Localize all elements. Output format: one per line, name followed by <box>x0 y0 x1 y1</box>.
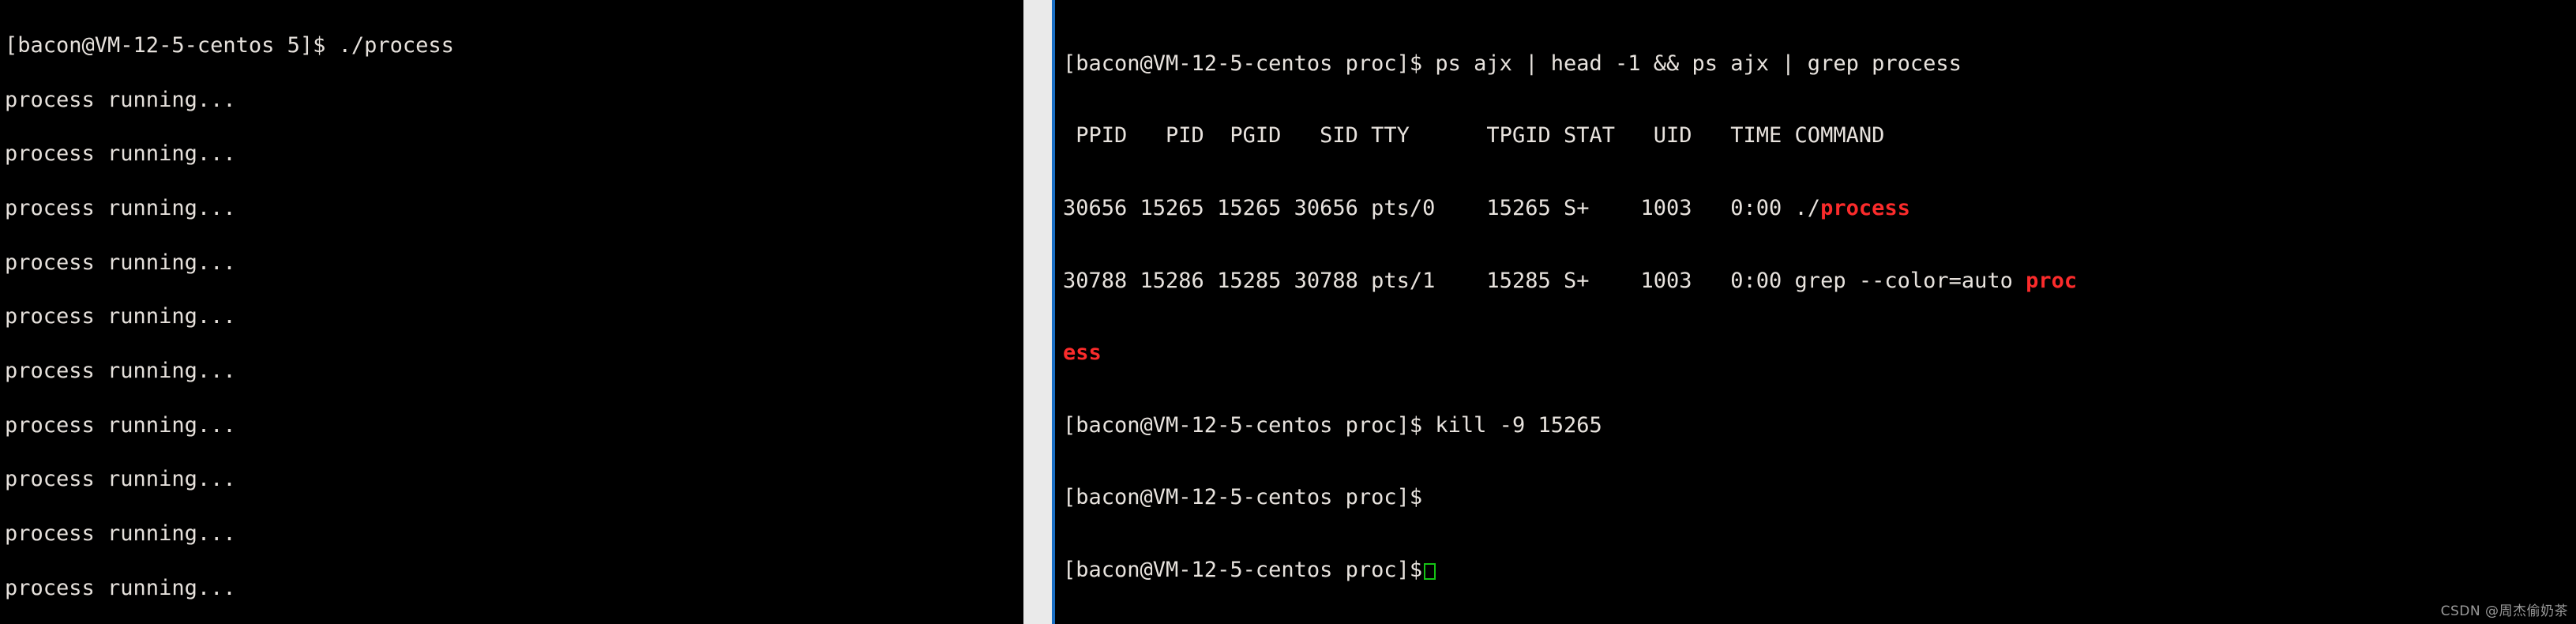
block-cursor <box>1424 562 1436 580</box>
ps-data-row: 30788 15286 15285 30788 pts/1 15285 S+ 1… <box>1063 270 2576 291</box>
ps-data-row: 30656 15265 15265 30656 pts/0 15265 S+ 1… <box>1063 197 2576 219</box>
left-terminal-output[interactable]: [bacon@VM-12-5-centos 5]$ ./process proc… <box>0 0 1023 624</box>
terminal-line: process running... <box>5 250 236 275</box>
shell-command: kill -9 15265 <box>1435 412 1602 438</box>
terminal-line: process running... <box>5 87 236 112</box>
terminal-line: process running... <box>5 195 236 220</box>
grep-match-wrapped: ess <box>1063 340 1102 366</box>
terminal-prompt-line: [bacon@VM-12-5-centos proc]$ <box>1063 487 2576 508</box>
terminal-line: [bacon@VM-12-5-centos 5]$ ./process <box>5 32 454 58</box>
ps-header-row: PPID PID PGID SID TTY TPGID STAT UID TIM… <box>1063 125 2576 146</box>
shell-prompt: [bacon@VM-12-5-centos proc]$ <box>1063 51 1436 76</box>
terminal-prompt-line: [bacon@VM-12-5-centos proc]$ kill -9 152… <box>1063 415 2576 436</box>
ps-row-text: 30788 15286 15285 30788 pts/1 15285 S+ 1… <box>1063 268 2026 293</box>
grep-match: process <box>1820 195 1910 220</box>
screen-root: [bacon@VM-12-5-centos 5]$ ./process proc… <box>0 0 2576 624</box>
terminal-line: process running... <box>5 467 236 492</box>
shell-prompt: [bacon@VM-12-5-centos proc]$ <box>1063 557 1423 582</box>
ps-header-text: PPID PID PGID SID TTY TPGID STAT UID TIM… <box>1063 123 1885 148</box>
left-terminal-pane[interactable]: [bacon@VM-12-5-centos 5]$ ./process proc… <box>0 0 1023 624</box>
terminal-line: process running... <box>5 304 236 329</box>
terminal-line: process running... <box>5 521 236 547</box>
terminal-line: process running... <box>5 359 236 384</box>
grep-match: proc <box>2026 268 2078 293</box>
ps-row-text: 30656 15265 15265 30656 pts/0 15265 S+ 1… <box>1063 195 1821 220</box>
shell-prompt: [bacon@VM-12-5-centos proc]$ <box>1063 412 1436 438</box>
terminal-line: process running... <box>5 412 236 438</box>
terminal-prompt-line: [bacon@VM-12-5-centos proc]$ ps ajx | he… <box>1063 53 2576 74</box>
shell-command: ps ajx | head -1 && ps ajx | grep proces… <box>1435 51 1962 76</box>
terminal-line: process running... <box>5 575 236 600</box>
window-gutter <box>1023 0 1052 624</box>
ps-data-row-wrapped: ess <box>1063 342 2576 363</box>
terminal-prompt-line-active[interactable]: [bacon@VM-12-5-centos proc]$ <box>1063 559 2576 581</box>
watermark-label: CSDN @周杰偷奶茶 <box>2440 603 2568 619</box>
shell-prompt: [bacon@VM-12-5-centos proc]$ <box>1063 485 1423 510</box>
right-terminal-pane[interactable]: [bacon@VM-12-5-centos proc]$ ps ajx | he… <box>1055 0 2576 624</box>
right-terminal-output[interactable]: [bacon@VM-12-5-centos proc]$ ps ajx | he… <box>1055 0 2576 624</box>
terminal-line: process running... <box>5 141 236 167</box>
